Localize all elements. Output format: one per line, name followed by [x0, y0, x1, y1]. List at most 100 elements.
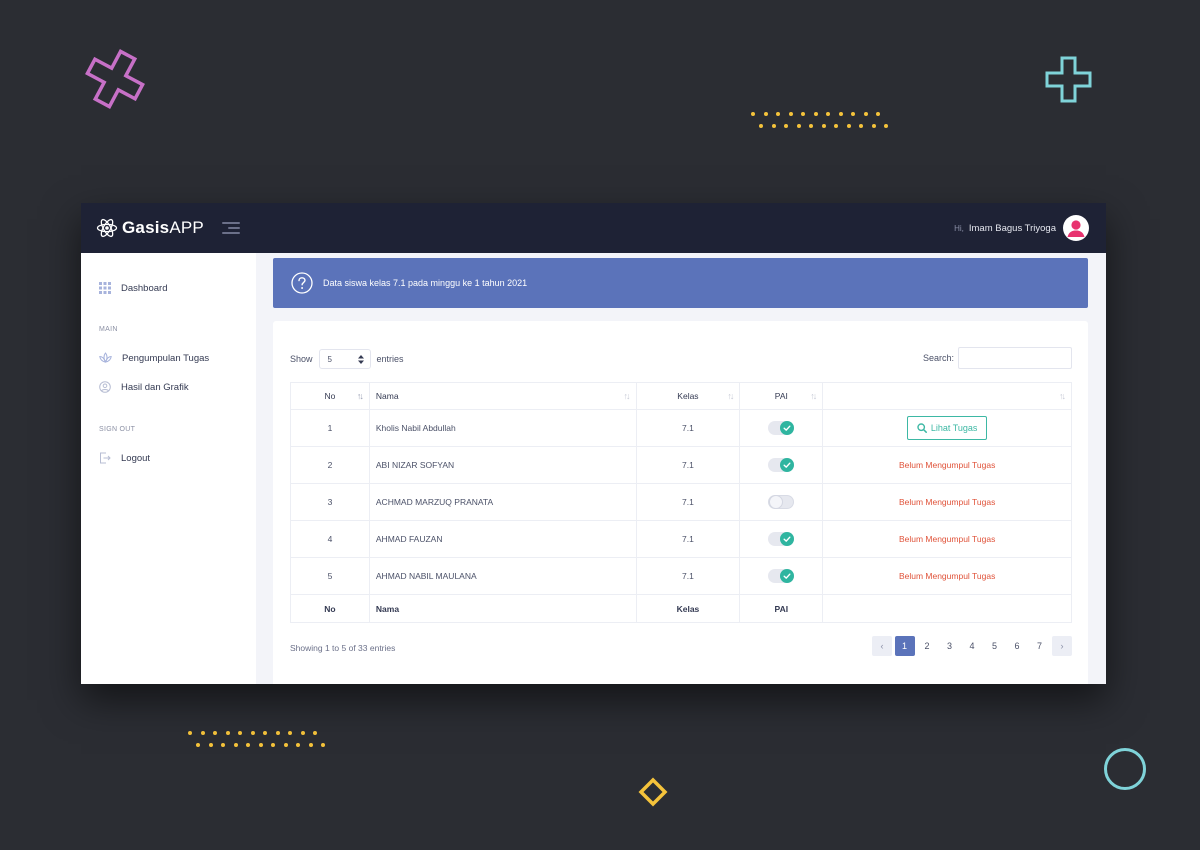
pagination-next-icon[interactable]: › [1052, 636, 1072, 656]
alert-text: Data siswa kelas 7.1 pada minggu ke 1 ta… [323, 278, 528, 288]
cyan-circle-decoration [1104, 748, 1146, 790]
toggle-knob [780, 421, 795, 435]
menu-toggle-icon[interactable] [222, 222, 240, 234]
dot [208, 743, 213, 747]
dot [250, 731, 255, 735]
entries-label: entries [376, 354, 404, 364]
lihat-tugas-button[interactable]: Lihat Tugas [906, 416, 988, 440]
yellow-dots-decoration-bottom [188, 731, 328, 751]
cell-nama: AHMAD FAUZAN [368, 520, 637, 558]
table-footer-row: No Nama Kelas PAI [290, 594, 1072, 623]
student-table: No ↑↓ Nama ↑↓ Kelas ↑↓ PAI ↑↓ ↑↓ 1 Kholis Nab… [290, 382, 1072, 623]
brand-logo[interactable]: GasisAPP [96, 215, 204, 241]
cell-kelas: 7.1 [635, 557, 741, 595]
dot [258, 743, 263, 747]
pai-toggle[interactable] [768, 458, 795, 472]
sidebar-item-hasil[interactable]: Hasil dan Grafik [99, 379, 189, 395]
search-icon [917, 423, 927, 433]
column-header-no[interactable]: No ↑↓ [290, 382, 370, 410]
dot [838, 112, 843, 116]
dot [784, 124, 788, 128]
column-header-pai[interactable]: PAI ↑↓ [739, 382, 824, 410]
cell-kelas: 7.1 [635, 409, 741, 447]
dot [759, 124, 763, 128]
dot [200, 731, 205, 735]
dot [876, 112, 880, 116]
cell-action: Belum Mengumpul Tugas [822, 483, 1072, 521]
yellow-dots-decoration-top [751, 112, 891, 132]
sort-icon: ↑↓ [727, 391, 734, 401]
avatar[interactable] [1063, 215, 1089, 241]
column-header-action[interactable]: ↑↓ [822, 382, 1072, 410]
cell-action: Belum Mengumpul Tugas [822, 520, 1072, 558]
entries-length-control: Show 5 entries [290, 349, 404, 369]
sidebar-item-pengumpulan[interactable]: Pengumpulan Tugas [99, 350, 209, 366]
cell-no: 5 [290, 557, 370, 595]
cyan-cross-decoration [1045, 56, 1092, 103]
footer-no: No [290, 594, 370, 623]
dot [846, 124, 851, 128]
pagination-page-7[interactable]: 7 [1030, 636, 1050, 656]
toggle-knob [769, 495, 784, 509]
pagination-page-3[interactable]: 3 [940, 636, 960, 656]
sort-icon: ↑↓ [810, 391, 817, 401]
lotus-icon [99, 352, 112, 363]
pagination-prev-icon[interactable]: ‹ [872, 636, 892, 656]
pagination-page-4[interactable]: 4 [962, 636, 982, 656]
pagination-page-5[interactable]: 5 [985, 636, 1005, 656]
dot [826, 112, 830, 116]
sidebar-item-logout[interactable]: Logout [99, 450, 150, 466]
dot [246, 743, 250, 747]
dot [296, 743, 300, 747]
cell-action: Lihat Tugas [822, 409, 1072, 447]
dot [308, 743, 313, 747]
pagination-page-1[interactable]: 1 [894, 636, 915, 656]
dot [821, 124, 826, 128]
dot [313, 731, 317, 735]
cell-nama: ACHMAD MARZUQ PRANATA [368, 483, 637, 521]
check-icon [783, 536, 791, 542]
table-row: 1 Kholis Nabil Abdullah 7.1 Lihat Tugas [290, 409, 1072, 447]
dot [188, 731, 192, 735]
pagination-page-2[interactable]: 2 [917, 636, 937, 656]
pagination-page-6[interactable]: 6 [1007, 636, 1027, 656]
column-header-kelas[interactable]: Kelas ↑↓ [635, 382, 741, 410]
cell-action: Belum Mengumpul Tugas [822, 557, 1072, 595]
cell-kelas: 7.1 [635, 446, 741, 484]
sort-icon: ↑↓ [356, 391, 364, 401]
cell-pai [739, 483, 824, 521]
cell-action: Belum Mengumpul Tugas [822, 446, 1072, 484]
search-control: Search: [923, 347, 1072, 369]
dot [221, 743, 225, 747]
sidebar-section-main: MAIN [99, 326, 118, 333]
cell-nama: Kholis Nabil Abdullah [368, 409, 637, 447]
column-header-nama[interactable]: Nama ↑↓ [368, 382, 637, 410]
footer-action [822, 594, 1072, 623]
dot [763, 112, 768, 116]
sort-icon: ↑↓ [623, 391, 631, 401]
sidebar: Dashboard MAIN Pengumpulan Tugas Hasil d… [81, 253, 256, 684]
user-menu[interactable]: Hi, Imam Bagus Triyoga [954, 215, 1089, 241]
sidebar-item-label: Pengumpulan Tugas [122, 352, 210, 364]
pink-cross-decoration [85, 49, 145, 109]
pai-toggle[interactable] [768, 421, 795, 435]
user-avatar-icon [1067, 220, 1085, 237]
search-input[interactable] [958, 347, 1072, 369]
cell-nama: ABI NIZAR SOFYAN [368, 446, 637, 484]
pai-toggle[interactable] [768, 569, 795, 583]
status-belum-mengumpul: Belum Mengumpul Tugas [898, 534, 996, 544]
cell-nama: AHMAD NABIL MAULANA [368, 557, 637, 595]
entries-select[interactable]: 5 [318, 349, 371, 369]
dot [771, 124, 776, 128]
pai-toggle[interactable] [768, 495, 795, 509]
pai-toggle[interactable] [768, 532, 795, 546]
user-name: Imam Bagus Triyoga [968, 222, 1056, 234]
dot [263, 731, 267, 735]
cell-no: 4 [290, 520, 370, 558]
dot [238, 731, 242, 735]
dot [225, 731, 230, 735]
cell-pai [739, 557, 824, 595]
sidebar-item-dashboard[interactable]: Dashboard [99, 280, 167, 296]
user-circle-icon [99, 381, 111, 393]
table-row: 3 ACHMAD MARZUQ PRANATA 7.1 Belum Mengumpul… [290, 483, 1072, 521]
